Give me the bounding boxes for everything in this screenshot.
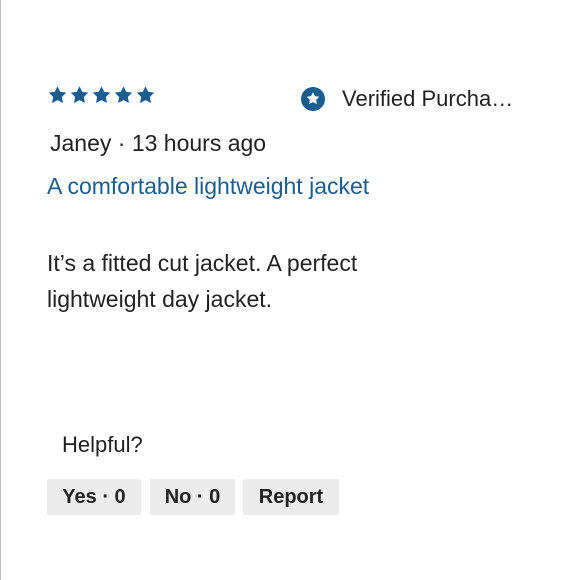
review-title: A comfortable lightweight jacket — [47, 173, 370, 199]
byline-separator: · — [117, 130, 126, 156]
review-time: 13 hours ago — [131, 130, 267, 156]
helpful-prompt: Helpful? — [62, 432, 143, 457]
star-icon — [70, 86, 89, 103]
verified-purchase: Verified Purcha… — [301, 86, 541, 112]
star-icon — [136, 86, 155, 103]
verified-purchase-label: Verified Purcha… — [342, 86, 514, 111]
review-byline: Janey · 13 hours ago — [50, 130, 266, 157]
report-button[interactable]: Report — [243, 479, 339, 515]
star-rating — [47, 85, 156, 106]
review-body: It’s a fitted cut jacket. A perfect ligh… — [47, 250, 358, 312]
author-name: Janey — [50, 130, 112, 156]
star-icon — [114, 86, 133, 103]
review-card: Verified Purcha… Janey · 13 hours ago A … — [0, 0, 580, 580]
verified-star-badge-icon — [301, 87, 325, 111]
helpful-no-button[interactable]: No · 0 — [150, 479, 235, 515]
star-icon — [92, 86, 111, 103]
helpful-yes-button[interactable]: Yes · 0 — [47, 479, 141, 515]
star-icon — [48, 86, 67, 103]
